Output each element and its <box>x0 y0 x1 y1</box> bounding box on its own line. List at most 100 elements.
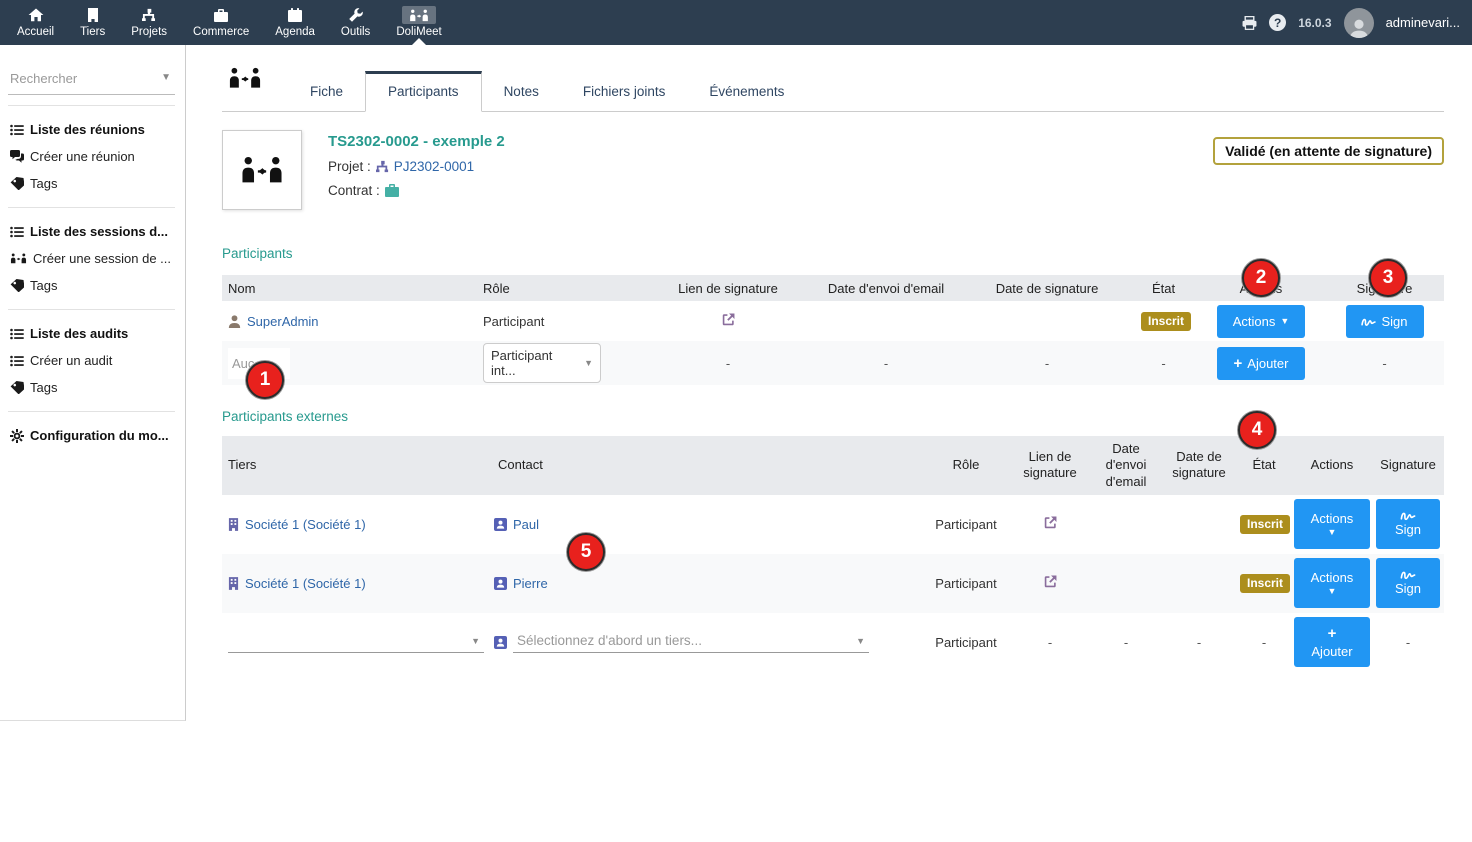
sidebar-item-liste-audits[interactable]: Liste des audits <box>8 320 175 347</box>
calendar-icon <box>288 6 302 24</box>
sidebar-item-configuration[interactable]: Configuration du mo... <box>8 422 175 449</box>
menu-item-accueil[interactable]: Accueil <box>4 0 67 45</box>
participant-name-link[interactable]: SuperAdmin <box>247 314 319 329</box>
object-banner: TS2302-0002 - exemple 2 Projet : PJ2302-… <box>222 130 1444 210</box>
project-nodes-icon <box>376 160 389 173</box>
external-link-icon[interactable] <box>722 313 735 326</box>
col-etat: État <box>1130 275 1197 301</box>
menu-label: Projets <box>131 26 167 38</box>
sidebar-item-liste-reunions[interactable]: Liste des réunions <box>8 116 175 143</box>
actions-button[interactable]: Actions▼ <box>1294 558 1370 608</box>
contact-link[interactable]: Paul <box>513 517 539 532</box>
signature-icon <box>1400 510 1416 521</box>
printer-icon[interactable] <box>1242 16 1257 30</box>
email-date-cell <box>1090 495 1162 554</box>
building-icon <box>87 6 99 24</box>
role-select[interactable]: Participant int...▼ <box>483 343 601 383</box>
chevron-down-icon: ▼ <box>584 358 593 368</box>
sidebar-item-liste-sessions[interactable]: Liste des sessions d... <box>8 218 175 245</box>
sidebar-item-creer-audit[interactable]: Créer un audit <box>8 347 175 374</box>
avatar[interactable] <box>1344 8 1374 38</box>
building-icon <box>228 518 239 531</box>
email-date-cell <box>808 301 964 341</box>
chevron-down-icon: ▼ <box>1328 586 1337 597</box>
chevron-down-icon: ▼ <box>471 636 480 646</box>
table-row: Société 1 (Société 1) Pierre Participant… <box>222 554 1444 613</box>
menu-item-dolimeet[interactable]: DoliMeet <box>383 0 454 45</box>
chevron-down-icon: ▼ <box>856 636 865 646</box>
actions-button[interactable]: Actions▼ <box>1294 499 1370 549</box>
col-signature: Signature <box>1372 436 1444 495</box>
menu-item-commerce[interactable]: Commerce <box>180 0 262 45</box>
participant-role: Participant <box>477 301 648 341</box>
search-input[interactable] <box>10 71 150 86</box>
signature-icon <box>1400 569 1416 580</box>
tab-evenements[interactable]: Événements <box>687 72 806 111</box>
sidebar-item-label: Tags <box>30 278 57 293</box>
menu-item-tiers[interactable]: Tiers <box>67 0 118 45</box>
chevron-down-icon[interactable]: ▼ <box>161 72 171 83</box>
sidebar-item-creer-session[interactable]: Créer une session de ... <box>8 245 175 272</box>
signature-date-cell <box>1162 495 1236 554</box>
contact-card-icon <box>494 518 507 531</box>
sign-button[interactable]: Sign <box>1376 558 1440 608</box>
thirdparty-select-value <box>232 633 236 648</box>
annotation-marker-5: 5 <box>567 533 605 571</box>
add-button-label: Ajouter <box>1247 356 1288 371</box>
sidebar-item-tags-sessions[interactable]: Tags <box>8 272 175 299</box>
contact-select-placeholder: Sélectionnez d'abord un tiers... <box>517 633 702 648</box>
sidebar-item-creer-reunion[interactable]: Créer une réunion <box>8 143 175 170</box>
thirdparty-link[interactable]: Société 1 (Société 1) <box>245 517 366 532</box>
participant-role: Participant <box>922 554 1010 613</box>
project-ref-link[interactable]: PJ2302-0001 <box>394 159 474 174</box>
thirdparty-link[interactable]: Société 1 (Société 1) <box>245 576 366 591</box>
help-icon[interactable]: ? <box>1269 14 1286 31</box>
contact-select[interactable]: Sélectionnez d'abord un tiers... ▼ <box>513 631 869 653</box>
col-date-signature: Date de signature <box>1162 436 1236 495</box>
home-icon <box>28 6 44 24</box>
annotation-marker-4: 4 <box>1238 411 1276 449</box>
tag-icon <box>10 381 24 394</box>
chevron-down-icon: ▼ <box>1328 527 1337 538</box>
col-date-envoi: Date d'envoi d'email <box>1090 436 1162 495</box>
col-lien-signature: Lien de signature <box>1010 436 1090 495</box>
table-row: Société 1 (Société 1) Paul Participant I… <box>222 495 1444 554</box>
sidebar-item-tags-reunions[interactable]: Tags <box>8 170 175 197</box>
tab-participants[interactable]: Participants <box>365 71 482 112</box>
contract-line: Contrat : <box>328 183 505 198</box>
signature-date-cell <box>1162 554 1236 613</box>
sidebar-item-label: Tags <box>30 176 57 191</box>
list-icon <box>10 124 24 136</box>
col-date-envoi: Date d'envoi d'email <box>808 275 964 301</box>
main-menu: Accueil Tiers Projets Commerce Agenda Ou… <box>0 0 455 45</box>
tab-bar: Fiche Participants Notes Fichiers joints… <box>222 67 1444 112</box>
add-participant-button[interactable]: + Ajouter <box>1217 347 1305 380</box>
menu-label: Commerce <box>193 26 249 38</box>
external-link-icon[interactable] <box>1044 516 1057 529</box>
tab-notes[interactable]: Notes <box>482 72 561 111</box>
thirdparty-select[interactable]: ▼ <box>228 631 484 653</box>
tab-fiche[interactable]: Fiche <box>288 72 365 111</box>
tab-fichiers-joints[interactable]: Fichiers joints <box>561 72 688 111</box>
actions-button[interactable]: Actions▼ <box>1217 305 1305 338</box>
external-link-icon[interactable] <box>1044 575 1057 588</box>
contact-link[interactable]: Pierre <box>513 576 548 591</box>
sign-button[interactable]: Sign <box>1376 499 1440 549</box>
contract-icon[interactable] <box>385 184 399 197</box>
menu-item-outils[interactable]: Outils <box>328 0 383 45</box>
project-nodes-icon <box>142 6 156 24</box>
email-date-cell <box>1090 554 1162 613</box>
divider <box>8 309 175 310</box>
actions-button-label: Actions <box>1311 570 1354 586</box>
plus-icon: + <box>1234 355 1243 372</box>
status-badge: Inscrit <box>1141 312 1191 331</box>
list-icon <box>10 355 24 367</box>
briefcase-icon <box>214 6 228 24</box>
menu-item-agenda[interactable]: Agenda <box>262 0 328 45</box>
add-external-participant-button[interactable]: +Ajouter <box>1294 617 1370 667</box>
sidebar-item-label: Liste des sessions d... <box>30 224 168 239</box>
table-row: SuperAdmin Participant Inscrit Actions▼ … <box>222 301 1444 341</box>
sign-button[interactable]: Sign <box>1346 305 1424 338</box>
sidebar-item-tags-audits[interactable]: Tags <box>8 374 175 401</box>
menu-item-projets[interactable]: Projets <box>118 0 180 45</box>
